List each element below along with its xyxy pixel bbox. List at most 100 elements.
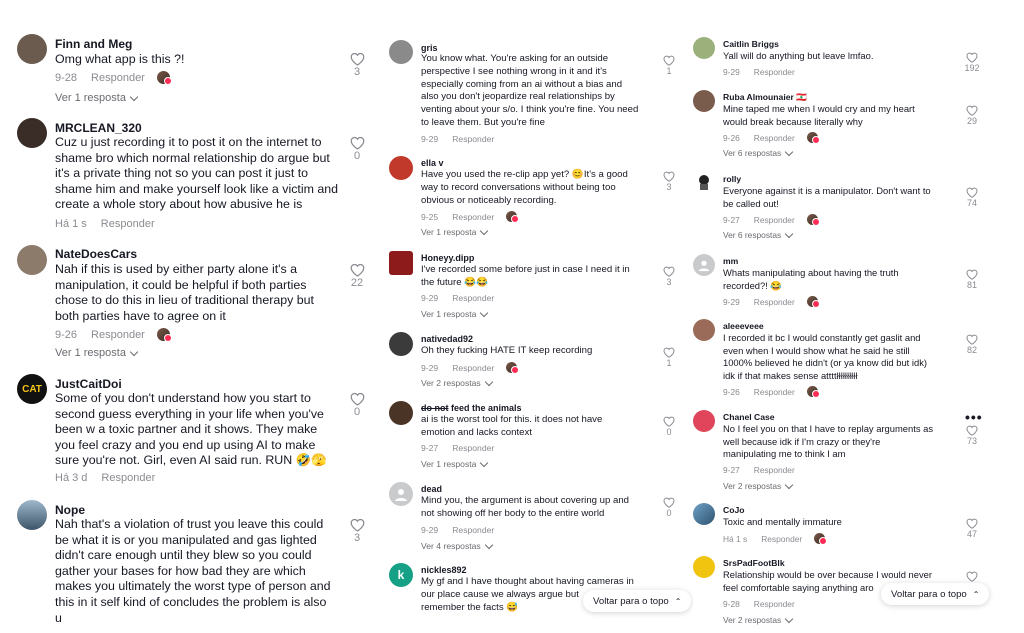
view-replies-button[interactable]: Ver 1 resposta <box>55 347 139 359</box>
back-to-top-button[interactable]: Voltar para o topo ⌃ <box>583 590 692 612</box>
like-button[interactable]: 3 <box>345 52 369 78</box>
comment-username[interactable]: Finn and Meg <box>55 37 132 51</box>
comment-username[interactable]: nickles892 <box>421 565 467 575</box>
like-button[interactable]: 0 <box>345 392 369 418</box>
view-replies-label: Ver 4 respostas <box>421 541 481 551</box>
like-button[interactable]: 3 <box>658 171 680 192</box>
comment-username[interactable]: gris <box>421 43 438 53</box>
comment-date: 9-29 <box>723 67 740 77</box>
comment-username[interactable]: NateDoesCars <box>55 247 137 261</box>
view-replies-button[interactable]: Ver 2 respostas <box>723 480 794 491</box>
reply-button[interactable]: Responder <box>101 218 155 230</box>
view-replies-button[interactable]: Ver 2 respostas <box>421 377 493 388</box>
reply-button[interactable]: Responder <box>452 363 494 373</box>
like-button[interactable]: 82 <box>960 334 984 355</box>
like-button[interactable]: 74 <box>960 187 984 208</box>
view-replies-button[interactable]: Ver 1 resposta <box>55 92 139 104</box>
back-to-top-button[interactable]: Voltar para o topo ⌃ <box>881 583 990 605</box>
like-button[interactable]: 3 <box>345 518 369 544</box>
comment-username[interactable]: dead <box>421 484 442 494</box>
comment-username[interactable]: nativedad92 <box>421 334 473 344</box>
avatar[interactable] <box>389 156 413 180</box>
reply-button[interactable]: Responder <box>452 525 494 535</box>
like-button[interactable]: 0 <box>345 136 369 162</box>
avatar[interactable] <box>389 401 413 425</box>
avatar[interactable] <box>389 332 413 356</box>
comment-username[interactable]: JustCaitDoi <box>55 377 122 391</box>
view-replies-label: Ver 2 respostas <box>723 615 782 625</box>
reply-button[interactable]: Responder <box>754 133 795 143</box>
reply-button[interactable]: Responder <box>101 472 155 484</box>
avatar[interactable] <box>17 34 47 64</box>
comment-username[interactable]: MRCLEAN_320 <box>55 121 142 135</box>
like-count: 3 <box>666 277 672 287</box>
like-button[interactable]: 192 <box>960 52 984 73</box>
reply-button[interactable]: Responder <box>452 443 494 453</box>
like-button[interactable]: 1 <box>658 347 680 368</box>
avatar[interactable] <box>389 40 413 64</box>
avatar[interactable] <box>693 556 715 578</box>
comment-username[interactable]: Caitlin Briggs <box>723 39 779 49</box>
like-button[interactable]: 47 <box>960 518 984 539</box>
avatar[interactable] <box>389 482 413 506</box>
comment-username[interactable]: rolly <box>723 174 741 184</box>
like-button[interactable]: 22 <box>345 263 369 289</box>
like-count: 74 <box>966 198 977 208</box>
avatar[interactable] <box>17 118 47 148</box>
avatar[interactable] <box>693 319 715 341</box>
comment-username[interactable]: Ruba Almounaier 🇱🇧 <box>723 92 807 103</box>
reply-button[interactable]: Responder <box>754 215 795 225</box>
avatar[interactable] <box>693 171 715 193</box>
like-button[interactable]: 0 <box>658 416 680 437</box>
avatar[interactable]: k <box>389 563 413 587</box>
comment-username[interactable]: mm <box>723 256 738 266</box>
like-button[interactable]: 3 <box>658 266 680 287</box>
back-to-top-label: Voltar para o topo <box>593 595 669 607</box>
reply-button[interactable]: Responder <box>452 212 494 222</box>
more-options-icon[interactable]: ••• <box>965 409 983 425</box>
avatar[interactable] <box>693 37 715 59</box>
reply-button[interactable]: Responder <box>761 534 802 544</box>
like-button[interactable]: 1 <box>658 55 680 76</box>
comment-date: 9-28 <box>55 71 78 84</box>
like-button[interactable]: 29 <box>960 105 984 126</box>
comment-username[interactable]: CoJo <box>723 505 744 515</box>
reply-button[interactable]: Responder <box>754 599 795 609</box>
reply-button[interactable]: Responder <box>452 134 494 144</box>
avatar[interactable] <box>693 410 715 432</box>
comment-username[interactable]: Honeyy.dipp <box>421 253 474 263</box>
comment-username[interactable]: ella v <box>421 158 444 168</box>
view-replies-button[interactable]: Ver 6 respostas <box>723 147 794 158</box>
avatar[interactable] <box>17 245 47 275</box>
view-replies-button[interactable]: Ver 2 respostas <box>723 614 794 625</box>
reply-button[interactable]: Responder <box>754 297 795 307</box>
reply-button[interactable]: Responder <box>754 387 795 397</box>
avatar[interactable] <box>17 500 47 530</box>
comment-username[interactable]: aleeeveee <box>723 321 764 331</box>
reply-button[interactable]: Responder <box>452 293 494 303</box>
avatar[interactable] <box>693 254 715 276</box>
reply-button[interactable]: Responder <box>754 465 795 475</box>
reply-button[interactable]: Responder <box>754 67 795 77</box>
view-replies-button[interactable]: Ver 1 resposta <box>421 458 489 469</box>
reply-button[interactable]: Responder <box>91 72 145 84</box>
view-replies-button[interactable]: Ver 1 resposta <box>421 226 489 237</box>
comment-username[interactable]: SrsPadFootBlk <box>723 558 785 568</box>
avatar[interactable]: CAT <box>17 374 47 404</box>
like-button[interactable]: 81 <box>960 269 984 290</box>
like-button[interactable] <box>960 571 984 582</box>
comment-username[interactable]: Nope <box>55 503 85 517</box>
reply-button[interactable]: Responder <box>91 329 145 341</box>
like-count: 29 <box>966 116 977 126</box>
like-button[interactable]: 73 <box>960 425 984 446</box>
avatar[interactable] <box>389 251 413 275</box>
view-replies-button[interactable]: Ver 1 resposta <box>421 308 489 319</box>
view-replies-button[interactable]: Ver 4 respostas <box>421 540 493 551</box>
comment-username[interactable]: do not feed the animals <box>421 403 522 413</box>
avatar[interactable] <box>693 503 715 525</box>
like-button[interactable]: 0 <box>658 497 680 518</box>
avatar[interactable] <box>693 90 715 112</box>
view-replies-label: Ver 6 respostas <box>723 148 782 158</box>
comment-username[interactable]: Chanel Case <box>723 412 775 422</box>
view-replies-button[interactable]: Ver 6 respostas <box>723 229 794 240</box>
